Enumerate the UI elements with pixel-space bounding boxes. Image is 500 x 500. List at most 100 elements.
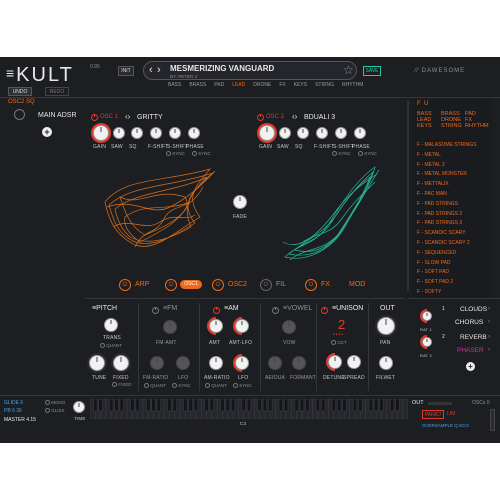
osc1-phase-knob[interactable] (188, 127, 200, 139)
fil-power-icon[interactable]: ⏻ (260, 279, 272, 291)
black-key[interactable] (395, 399, 400, 412)
filter-letters[interactable]: F U (417, 101, 428, 107)
category-tag[interactable]: DRONE (253, 82, 271, 88)
black-key[interactable] (109, 399, 114, 412)
preset-list-item[interactable]: F - SCANDIC SCARY (417, 229, 491, 239)
gliss-toggle[interactable]: GLISS (45, 408, 65, 414)
osc2-saw-knob[interactable] (279, 127, 291, 139)
black-key[interactable] (257, 399, 262, 412)
black-key[interactable] (193, 399, 199, 412)
time-knob[interactable] (73, 401, 85, 413)
preset-browser-bar[interactable]: ‹ › MESMERIZING VANGUARD BY: PETER V ☆ (143, 61, 357, 80)
preset-list-item[interactable]: F - SEQUENCED (417, 249, 491, 259)
osc2-sync-toggle[interactable]: SYNC (332, 151, 351, 157)
black-key[interactable] (374, 399, 379, 412)
add-envelope-button[interactable]: + (42, 127, 52, 137)
black-key[interactable] (321, 399, 326, 412)
black-key[interactable] (119, 399, 124, 412)
phaser-chevron-icon[interactable]: › (488, 347, 490, 353)
category-tag[interactable]: LEAD (232, 82, 245, 88)
black-key[interactable] (268, 399, 273, 412)
panic-button[interactable]: PANIC! (422, 410, 444, 419)
am-lfo-knob[interactable] (235, 356, 249, 370)
formant-knob[interactable] (292, 356, 306, 370)
fixed-toggle[interactable]: FIXED (112, 382, 132, 388)
trans-knob[interactable] (104, 318, 118, 332)
fade-knob[interactable] (233, 195, 247, 209)
preset-list-item[interactable]: F - SOFT PAD 2 (417, 278, 491, 288)
black-key[interactable] (156, 399, 162, 412)
black-key[interactable] (93, 399, 98, 412)
preset-list-item[interactable]: F - SLOW PAD (417, 259, 491, 269)
black-key[interactable] (389, 399, 395, 412)
preset-list-item[interactable]: F - SCANDIC SCARY 2 (417, 239, 491, 249)
detune-knob[interactable] (328, 355, 342, 369)
fx-slot-clouds[interactable]: CLOUDS (460, 306, 487, 313)
am-sync-toggle[interactable]: SYNC (233, 383, 252, 389)
osc2-gain-knob[interactable] (259, 125, 275, 141)
osc1-sync-toggle[interactable]: SYNC (166, 151, 185, 157)
black-key[interactable] (358, 399, 363, 412)
preset-list-item[interactable]: F - MALASOME STRINGS (417, 141, 491, 151)
fm-quant-toggle[interactable]: QUANT (144, 383, 166, 389)
black-key[interactable] (151, 399, 156, 412)
black-key[interactable] (336, 399, 342, 412)
preset-list-item[interactable]: F - METTALIX (417, 180, 491, 190)
black-key[interactable] (172, 399, 177, 412)
osc2-f-shift-knob[interactable] (316, 127, 328, 139)
rat2-knob[interactable] (422, 337, 432, 347)
black-key[interactable] (283, 399, 289, 412)
mod-route-button[interactable]: MOD (349, 281, 365, 288)
amt-lfo-knob[interactable] (235, 319, 249, 333)
fil-route-button[interactable]: FIL (276, 281, 286, 288)
black-key[interactable] (114, 399, 119, 412)
black-key[interactable] (342, 399, 347, 412)
am-ratio-knob[interactable] (209, 356, 223, 370)
black-key[interactable] (331, 399, 336, 412)
osc2-sync2-toggle[interactable]: SYNC (358, 151, 377, 157)
arp-button[interactable]: ARP (135, 281, 149, 288)
black-key[interactable] (352, 399, 358, 412)
osc2-route-power-icon[interactable]: ⏻ (212, 279, 224, 291)
prev-preset-icon[interactable]: ‹ (149, 64, 153, 76)
category-tag[interactable]: FX (279, 82, 285, 88)
spread-knob[interactable] (347, 355, 361, 369)
pan-knob[interactable] (377, 317, 395, 335)
rat1-knob[interactable] (422, 311, 432, 321)
keyboard[interactable] (90, 399, 408, 419)
osc2-route-button[interactable]: OSC2 (228, 281, 247, 288)
mono-toggle[interactable]: MONO (45, 400, 65, 406)
preset-list-item[interactable]: F - PAD STRINGS 2 (417, 210, 491, 220)
black-key[interactable] (262, 399, 268, 412)
black-key[interactable] (204, 399, 209, 412)
black-key[interactable] (209, 399, 215, 412)
category-tag[interactable]: STRING (315, 82, 334, 88)
preset-list-item[interactable]: F - SOFTY (417, 288, 491, 298)
envelope-select-icon[interactable] (14, 109, 25, 120)
fx-slot-chorus[interactable]: CHORUS (455, 319, 483, 326)
fx-power-icon[interactable]: ⏻ (305, 279, 317, 291)
preset-list-item[interactable]: F - METAL MONSTER (417, 170, 491, 180)
unison-oct-toggle[interactable]: OCT (331, 340, 347, 346)
save-button[interactable]: SAVE (363, 66, 381, 76)
black-key[interactable] (368, 399, 374, 412)
fm-power-icon[interactable] (152, 307, 159, 314)
black-key[interactable] (220, 399, 225, 412)
black-key[interactable] (188, 399, 193, 412)
aeiou-knob[interactable] (268, 356, 282, 370)
osc1-wave-nav-icon[interactable]: ‹› (125, 112, 130, 121)
osc2-sq-knob[interactable] (297, 127, 309, 139)
black-key[interactable] (294, 399, 299, 412)
black-key[interactable] (225, 399, 230, 412)
black-key[interactable] (315, 399, 321, 412)
redo-button[interactable]: REDO (45, 87, 69, 96)
clouds-chevron-icon[interactable]: › (488, 306, 490, 312)
vowel-power-icon[interactable] (272, 307, 279, 314)
fx-slot-reverb[interactable]: REVERB (460, 334, 487, 341)
osc2-power-icon[interactable] (257, 114, 264, 121)
osc1-saw-knob[interactable] (113, 127, 125, 139)
preset-list-item[interactable]: F - PAD STRINGS (417, 200, 491, 210)
oversample-toggle[interactable]: OVERSAMPLE Q ECO (422, 423, 469, 428)
osc1-s-shift-knob[interactable] (169, 127, 181, 139)
init-button[interactable]: INIT (118, 66, 134, 76)
